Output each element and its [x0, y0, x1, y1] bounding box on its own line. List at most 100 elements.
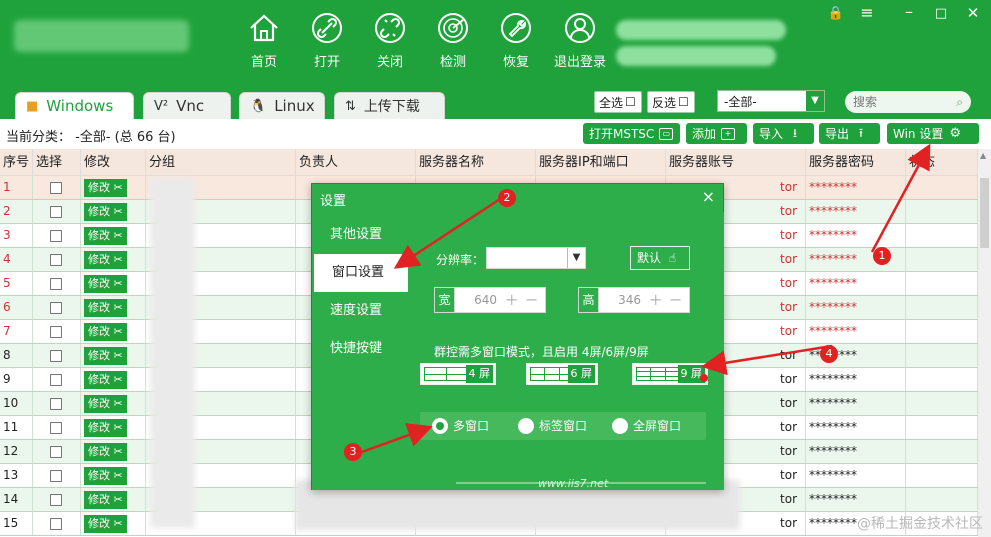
screen-9-button[interactable]: 9 屏 — [632, 363, 708, 385]
row-number: 1 — [0, 176, 33, 199]
row-edit-button[interactable]: 修改 ✂ — [84, 371, 127, 389]
open-label: 打开 — [313, 55, 340, 70]
search-input[interactable]: 搜索 ⌕ — [845, 91, 971, 113]
col-edit[interactable]: 修改 — [81, 149, 146, 175]
menu-icon[interactable]: ≡ — [857, 3, 877, 22]
mode-tab-window[interactable]: 标签窗口 — [518, 417, 587, 434]
height-spinner[interactable]: 高 346 + − — [578, 287, 690, 313]
row-checkbox[interactable] — [50, 469, 62, 482]
invert-select-label: 反选 — [652, 95, 677, 110]
col-server-name[interactable]: 服务器名称 — [416, 149, 536, 175]
row-checkbox[interactable] — [50, 493, 62, 506]
row-checkbox[interactable] — [50, 277, 62, 290]
row-checkbox[interactable] — [50, 253, 62, 266]
col-select[interactable]: 选择 — [33, 149, 81, 175]
row-checkbox[interactable] — [50, 373, 62, 386]
row-number: 15 — [0, 512, 33, 535]
open-mstsc-button[interactable]: 打开MSTSC ▭ — [583, 123, 680, 144]
row-checkbox[interactable] — [50, 181, 62, 194]
lock-icon[interactable]: 🔒 — [826, 6, 846, 21]
tab-linux[interactable]: 🐧 Linux — [239, 92, 325, 119]
plus-icon[interactable]: + — [505, 290, 518, 309]
col-password[interactable]: 服务器密码 — [806, 149, 906, 175]
radar-icon — [438, 13, 468, 43]
group-select[interactable]: -全部- ▼ — [717, 90, 825, 112]
row-checkbox[interactable] — [50, 517, 62, 530]
invert-select-button[interactable]: 反选 ☐ — [647, 91, 695, 113]
import-button[interactable]: 导入 ⭳ — [753, 123, 814, 144]
window-close-icon[interactable]: ✕ — [963, 4, 983, 22]
nav-window-settings[interactable]: 窗口设置 — [314, 254, 408, 292]
row-number: 11 — [0, 416, 33, 439]
select-all-label: 全选 — [599, 95, 624, 110]
mode-multi-window[interactable]: 多窗口 — [432, 417, 489, 434]
upload-icon: ⭱ — [858, 125, 864, 140]
plus-icon[interactable]: + — [649, 290, 662, 309]
close-button[interactable]: 关闭 — [364, 12, 416, 70]
row-edit-button[interactable]: 修改 ✂ — [84, 203, 127, 221]
scroll-thumb[interactable] — [980, 178, 989, 248]
check-button[interactable]: 检测 — [427, 12, 479, 70]
row-edit-button[interactable]: 修改 ✂ — [84, 395, 127, 413]
row-edit-button[interactable]: 修改 ✂ — [84, 467, 127, 485]
nav-other-settings[interactable]: 其他设置 — [312, 216, 408, 254]
row-edit-button[interactable]: 修改 ✂ — [84, 515, 127, 533]
restore-button[interactable]: 恢复 — [490, 12, 542, 70]
row-edit-label: 修改 — [88, 373, 110, 386]
row-edit-button[interactable]: 修改 ✂ — [84, 491, 127, 509]
row-checkbox[interactable] — [50, 421, 62, 434]
col-account[interactable]: 服务器账号 — [666, 149, 806, 175]
table-cell — [33, 512, 81, 535]
width-spinner[interactable]: 宽 640 + − — [434, 287, 546, 313]
row-checkbox[interactable] — [50, 205, 62, 218]
row-edit-button[interactable]: 修改 ✂ — [84, 323, 127, 341]
export-button[interactable]: 导出 ⭱ — [819, 123, 880, 144]
dialog-close-icon[interactable]: × — [702, 187, 715, 206]
screen-4-button[interactable]: 4 屏 — [420, 363, 496, 385]
col-group[interactable]: 分组 — [146, 149, 296, 175]
win-settings-button[interactable]: Win 设置 ⚙ — [887, 123, 979, 144]
maximize-icon[interactable]: □ — [931, 6, 951, 21]
screen-6-button[interactable]: 6 屏 — [526, 363, 598, 385]
tab-upload-download[interactable]: ⇅ 上传下载 — [334, 92, 445, 119]
checkbox-icon: ☐ — [625, 95, 636, 109]
add-button[interactable]: 添加 + — [686, 123, 747, 144]
col-server-ip[interactable]: 服务器IP和端口 — [536, 149, 666, 175]
scroll-up-icon[interactable]: ▲ — [980, 151, 986, 160]
download-icon: ⭳ — [792, 125, 798, 140]
import-label: 导入 — [759, 127, 784, 141]
resolution-select[interactable]: ▼ — [486, 247, 586, 269]
row-edit-button[interactable]: 修改 ✂ — [84, 347, 127, 365]
row-checkbox[interactable] — [50, 397, 62, 410]
nav-hotkeys[interactable]: 快捷按键 — [312, 330, 408, 368]
minimize-icon[interactable]: – — [899, 2, 919, 21]
tab-windows[interactable]: ■ Windows — [15, 92, 134, 119]
minus-icon[interactable]: − — [669, 290, 682, 309]
row-edit-button[interactable]: 修改 ✂ — [84, 251, 127, 269]
select-all-button[interactable]: 全选 ☐ — [594, 91, 642, 113]
home-button[interactable]: 首页 — [238, 12, 290, 70]
row-edit-button[interactable]: 修改 ✂ — [84, 299, 127, 317]
row-checkbox[interactable] — [50, 229, 62, 242]
default-button[interactable]: 默认 ☝ — [630, 246, 690, 270]
col-owner[interactable]: 负责人 — [296, 149, 416, 175]
table-cell — [33, 368, 81, 391]
open-button[interactable]: 打开 — [301, 12, 353, 70]
mode-fullscreen-window[interactable]: 全屏窗口 — [612, 417, 681, 434]
row-edit-button[interactable]: 修改 ✂ — [84, 275, 127, 293]
minus-icon[interactable]: − — [525, 290, 538, 309]
col-status[interactable]: 状态 — [906, 149, 978, 175]
row-checkbox[interactable] — [50, 349, 62, 362]
tab-vnc[interactable]: V² Vnc — [143, 92, 231, 119]
col-no[interactable]: 序号 — [0, 149, 33, 175]
logout-button[interactable]: 退出登录 — [548, 12, 612, 70]
row-checkbox[interactable] — [50, 301, 62, 314]
row-checkbox[interactable] — [50, 445, 62, 458]
nav-speed-settings[interactable]: 速度设置 — [312, 292, 408, 330]
row-edit-button[interactable]: 修改 ✂ — [84, 227, 127, 245]
row-checkbox[interactable] — [50, 325, 62, 338]
row-edit-button[interactable]: 修改 ✂ — [84, 419, 127, 437]
table-cell — [906, 488, 978, 511]
row-edit-button[interactable]: 修改 ✂ — [84, 443, 127, 461]
row-edit-button[interactable]: 修改 ✂ — [84, 179, 127, 197]
